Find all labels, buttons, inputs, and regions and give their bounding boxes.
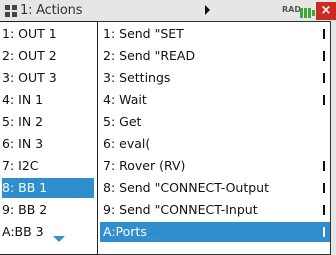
menu-item-ports[interactable]: A:Ports — [100, 222, 330, 242]
menu-item-label: 7: Rover (RV) — [103, 158, 186, 173]
menu-item-send-connect-output[interactable]: 8: Send "CONNECT-Output — [100, 178, 330, 198]
actions-item-i2c[interactable]: 7: I2C — [2, 156, 94, 176]
menu-item-label: 5: Get — [103, 114, 142, 129]
menu-item-label: 1: Send "SET — [103, 26, 184, 41]
actions-item-out1[interactable]: 1: OUT 1 — [2, 24, 94, 44]
menu-item-label: 3: Settings — [103, 70, 171, 85]
menu-item-label: 4: Wait — [103, 92, 147, 107]
submenu-arrow-icon — [323, 161, 325, 171]
scrollbar-track — [331, 22, 336, 255]
submenu-arrow-icon — [323, 73, 325, 83]
menu-item-wait[interactable]: 4: Wait — [100, 90, 330, 110]
actions-item-in3[interactable]: 6: IN 3 — [2, 134, 94, 154]
angle-mode-label: RAD — [282, 5, 301, 14]
actions-item-in1[interactable]: 4: IN 1 — [2, 90, 94, 110]
submenu-arrow-icon — [323, 29, 325, 39]
submenu-arrow-icon — [323, 205, 325, 215]
menu-title: 1: Actions — [20, 3, 83, 18]
menu-item-eval[interactable]: 6: eval( — [100, 134, 330, 154]
actions-item-out2[interactable]: 2: OUT 2 — [2, 46, 94, 66]
menu-item-label: 6: eval( — [103, 136, 151, 151]
title-bar: 1: Actions RAD × — [0, 0, 336, 23]
actions-item-in2[interactable]: 5: IN 2 — [2, 112, 94, 132]
close-icon[interactable]: × — [316, 2, 336, 20]
menu-item-send-read[interactable]: 2: Send "READ — [100, 46, 330, 66]
menu-item-send-set[interactable]: 1: Send "SET — [100, 24, 330, 44]
main-menu: 1: Send "SET 2: Send "READ 3: Settings 4… — [98, 21, 331, 255]
menu-item-label: 9: Send "CONNECT-Input — [103, 202, 258, 217]
menu-item-label: 8: Send "CONNECT-Output — [103, 180, 270, 195]
chevron-right-icon — [205, 5, 210, 15]
actions-submenu: 1: OUT 1 2: OUT 2 3: OUT 3 4: IN 1 5: IN… — [0, 21, 98, 255]
submenu-arrow-icon — [323, 51, 325, 61]
actions-item-out3[interactable]: 3: OUT 3 — [2, 68, 94, 88]
submenu-arrow-icon — [323, 95, 325, 105]
chevron-down-icon[interactable] — [53, 236, 65, 242]
submenu-arrow-icon — [323, 227, 325, 237]
actions-item-bb1[interactable]: 8: BB 1 — [2, 178, 94, 198]
menu-item-settings[interactable]: 3: Settings — [100, 68, 330, 88]
menu-item-label: 2: Send "READ — [103, 48, 196, 63]
actions-item-bb3[interactable]: A:BB 3 — [2, 222, 94, 242]
submenu-arrow-icon — [323, 183, 325, 193]
menu-item-get[interactable]: 5: Get — [100, 112, 330, 132]
menu-item-rover[interactable]: 7: Rover (RV) — [100, 156, 330, 176]
actions-item-bb2[interactable]: 9: BB 2 — [2, 200, 94, 220]
menu-item-label: A:Ports — [103, 224, 147, 239]
battery-icon — [300, 4, 316, 18]
chevron-down-icon[interactable] — [146, 236, 158, 242]
document-icon — [4, 4, 20, 18]
menu-item-send-connect-input[interactable]: 9: Send "CONNECT-Input — [100, 200, 330, 220]
